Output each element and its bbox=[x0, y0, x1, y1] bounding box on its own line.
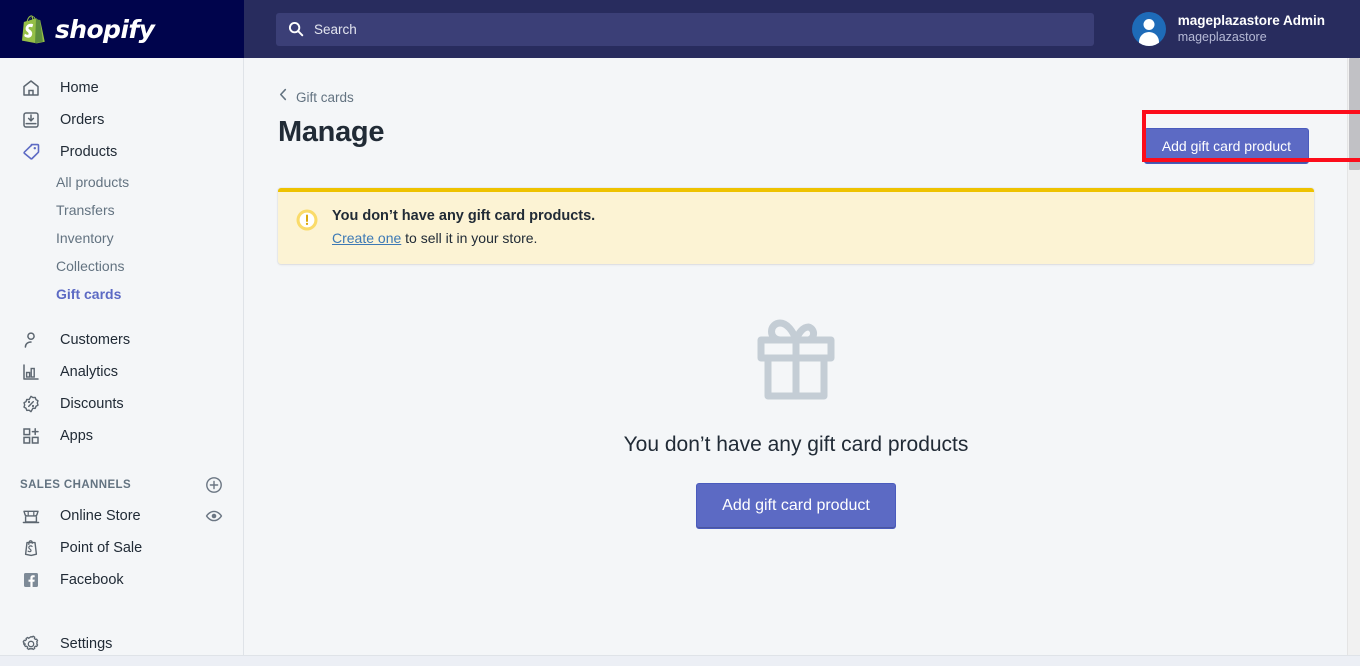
sidebar-item-home[interactable]: Home bbox=[0, 72, 243, 104]
sidebar-item-label: Settings bbox=[60, 636, 113, 652]
search-placeholder: Search bbox=[314, 21, 357, 37]
sidebar-item-online-store[interactable]: Online Store bbox=[0, 500, 243, 532]
search-input[interactable]: Search bbox=[276, 12, 1094, 46]
sidebar-subitem-label: Collections bbox=[56, 258, 125, 274]
user-menu[interactable]: mageplazastore Admin mageplazastore bbox=[1131, 12, 1347, 46]
vertical-scrollbar[interactable] bbox=[1347, 58, 1360, 666]
search-container: Search bbox=[244, 12, 1132, 46]
main-content: Gift cards Manage Add gift card product … bbox=[245, 58, 1347, 655]
user-avatar-icon bbox=[1131, 12, 1166, 46]
eye-icon[interactable] bbox=[205, 507, 223, 525]
top-bar: shopify Search mageplazastore Admin mage… bbox=[0, 0, 1347, 58]
gift-box-icon bbox=[752, 318, 840, 400]
sidebar-item-label: Analytics bbox=[60, 364, 119, 380]
banner-title: You don’t have any gift card products. bbox=[332, 208, 596, 224]
sidebar-subitem-collections[interactable]: Collections bbox=[0, 252, 243, 280]
sidebar-item-analytics[interactable]: Analytics bbox=[0, 356, 243, 388]
sidebar-subitem-label: Transfers bbox=[56, 202, 115, 218]
orders-inbox-icon bbox=[20, 109, 42, 131]
sidebar-item-discounts[interactable]: Discounts bbox=[0, 388, 243, 420]
sidebar-item-point-of-sale[interactable]: Point of Sale bbox=[0, 532, 243, 564]
sidebar-item-facebook[interactable]: Facebook bbox=[0, 564, 243, 596]
sidebar-subitem-label: Gift cards bbox=[56, 286, 122, 302]
banner-body: Create one to sell it in your store. bbox=[332, 230, 595, 246]
sidebar-nav: Home Orders Products All products Transf… bbox=[0, 58, 244, 655]
header-action-slot: Add gift card product bbox=[1143, 128, 1309, 164]
warning-circle-icon bbox=[296, 209, 318, 231]
sidebar-item-label: Customers bbox=[60, 332, 131, 348]
banner-text: You don’t have any gift card products. C… bbox=[332, 208, 595, 246]
chevron-left-icon bbox=[278, 88, 289, 106]
sidebar-subitem-transfers[interactable]: Transfers bbox=[0, 196, 243, 224]
shopify-admin-window: shopify Search mageplazastore Admin mage… bbox=[0, 0, 1360, 666]
sidebar-item-settings[interactable]: Settings bbox=[0, 628, 243, 655]
sidebar-subitem-inventory[interactable]: Inventory bbox=[0, 224, 243, 252]
banner-create-one-link[interactable]: Create one bbox=[332, 230, 401, 246]
gear-icon bbox=[20, 633, 42, 655]
sales-channels-title: SALES CHANNELS bbox=[20, 479, 132, 491]
breadcrumb[interactable]: Gift cards bbox=[278, 88, 354, 106]
sales-channels-section-header: SALES CHANNELS bbox=[0, 470, 243, 500]
facebook-icon bbox=[20, 569, 42, 591]
shopify-logo[interactable]: shopify bbox=[0, 0, 244, 58]
sidebar-item-label: Point of Sale bbox=[60, 540, 143, 556]
breadcrumb-label: Gift cards bbox=[296, 89, 354, 105]
apps-grid-plus-icon bbox=[20, 425, 42, 447]
analytics-bars-icon bbox=[20, 361, 42, 383]
sidebar-item-orders[interactable]: Orders bbox=[0, 104, 243, 136]
empty-state-title: You don’t have any gift card products bbox=[623, 433, 969, 456]
shopify-bag-logo-icon bbox=[20, 14, 46, 44]
plus-circle-icon[interactable] bbox=[205, 476, 223, 494]
sidebar-item-customers[interactable]: Customers bbox=[0, 324, 243, 356]
empty-gift-cards-banner: You don’t have any gift card products. C… bbox=[278, 188, 1314, 264]
page-title: Manage bbox=[278, 116, 385, 148]
sidebar-item-products[interactable]: Products bbox=[0, 136, 243, 168]
sidebar-item-label: Apps bbox=[60, 428, 94, 444]
sidebar-item-apps[interactable]: Apps bbox=[0, 420, 243, 452]
home-icon bbox=[20, 77, 42, 99]
sidebar-item-label: Products bbox=[60, 144, 118, 160]
empty-state-action-slot: Add gift card product bbox=[696, 483, 896, 529]
add-gift-card-product-button-header[interactable]: Add gift card product bbox=[1143, 128, 1309, 164]
banner-body-rest: to sell it in your store. bbox=[401, 230, 538, 246]
customers-person-icon bbox=[20, 329, 42, 351]
shopify-wordmark: shopify bbox=[55, 14, 155, 44]
user-store-name: mageplazastore bbox=[1177, 29, 1267, 44]
sidebar-item-label: Discounts bbox=[60, 396, 124, 412]
point-of-sale-icon bbox=[20, 537, 42, 559]
empty-state: You don’t have any gift card products Ad… bbox=[245, 318, 1347, 529]
sidebar-item-label: Online Store bbox=[60, 508, 141, 524]
page-header: Manage Add gift card product bbox=[278, 116, 1309, 164]
products-tag-icon bbox=[20, 141, 42, 163]
sidebar-item-label: Home bbox=[60, 80, 99, 96]
sidebar-item-label: Facebook bbox=[60, 572, 124, 588]
sidebar-subitem-label: Inventory bbox=[56, 230, 114, 246]
online-store-icon bbox=[20, 505, 42, 527]
add-gift-card-product-button[interactable]: Add gift card product bbox=[696, 483, 896, 529]
top-bar-right-fill bbox=[1347, 0, 1360, 58]
scrollbar-thumb[interactable] bbox=[1349, 58, 1360, 170]
sidebar-subitem-all-products[interactable]: All products bbox=[0, 168, 243, 196]
user-name: mageplazastore Admin bbox=[1177, 12, 1325, 28]
sidebar-subitem-label: All products bbox=[56, 174, 130, 190]
user-text: mageplazastore Admin mageplazastore bbox=[1178, 13, 1325, 46]
sidebar-item-label: Orders bbox=[60, 112, 105, 128]
search-icon bbox=[288, 21, 304, 37]
discounts-percent-icon bbox=[20, 393, 42, 415]
window-bottom-strip bbox=[0, 655, 1360, 666]
sidebar-subitem-gift-cards[interactable]: Gift cards bbox=[0, 280, 243, 308]
